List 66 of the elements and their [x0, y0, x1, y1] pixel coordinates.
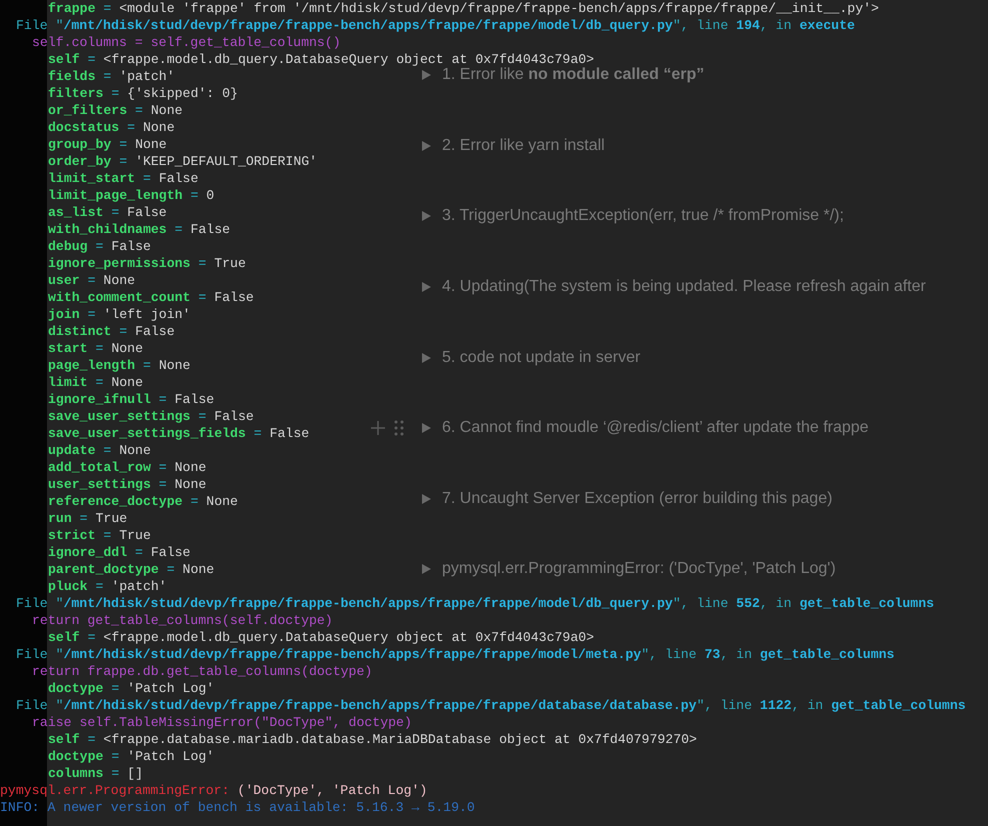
terminal-line: update = None — [48, 442, 151, 459]
terminal-line: raise self.TableMissingError("DocType", doctype) — [32, 714, 412, 731]
terminal-line: pluck = 'patch' — [48, 578, 167, 595]
terminal-line: columns = [] — [48, 765, 143, 782]
terminal-line: return get_table_columns(self.doctype) — [32, 612, 333, 629]
terminal-line: self = <frappe.model.db_query.DatabaseQuery object at 0x7fd4043c79a0> — [48, 51, 594, 67]
terminal-line: File "/mnt/hdisk/stud/devp/frappe/frappe-bench/apps/frappe/frappe/model/db_query.py", line 552, in get_table_columns — [16, 595, 934, 612]
triangle-icon[interactable] — [420, 140, 432, 152]
terminal-line: filters = {'skipped': 0} — [48, 85, 238, 102]
triangle-icon[interactable] — [420, 563, 432, 576]
terminal-line: add_total_row = None — [48, 459, 206, 476]
toggle-text: 1. Error like no module called “erp” — [442, 66, 704, 84]
toggle-text: 5. code not update in server — [442, 348, 640, 367]
terminal-line: save_user_settings = False — [48, 408, 254, 425]
terminal-line: distinct = False — [48, 323, 175, 340]
terminal-line: self.columns = self.get_table_columns() — [32, 34, 341, 51]
triangle-icon[interactable] — [420, 492, 432, 505]
terminal-line: INFO: A newer version of bench is available: 5.16.3 → 5.19.0 — [0, 799, 475, 816]
terminal-line: or_filters = None — [48, 102, 183, 119]
plus-icon[interactable] — [370, 420, 386, 436]
triangle-icon[interactable] — [420, 69, 432, 82]
terminal-line: pymysql.err.ProgrammingError: ('DocType', 'Patch Log') — [0, 782, 428, 799]
terminal-line: self = <frappe.database.mariadb.database.MariaDBDatabase object at 0x7fd407979270> — [48, 731, 697, 748]
terminal-line: user_settings = None — [48, 476, 206, 493]
terminal-line: debug = False — [48, 238, 151, 255]
drag-handle-icon[interactable] — [394, 420, 404, 436]
terminal-line: as_list = False — [48, 204, 167, 221]
terminal-line: join = 'left join' — [48, 306, 190, 323]
terminal-line: self = <frappe.model.db_query.DatabaseQuery object at 0x7fd4043c79a0> — [48, 629, 594, 646]
terminal-line: start = None — [48, 340, 143, 357]
terminal-line: limit = None — [48, 374, 143, 391]
terminal-line: File "/mnt/hdisk/stud/devp/frappe/frappe-bench/apps/frappe/frappe/model/meta.py", line 73, in get_table_columns — [16, 646, 894, 663]
terminal-line: user = None — [48, 272, 136, 289]
terminal-line: save_user_settings_fields = False — [48, 425, 310, 442]
terminal-line: with_comment_count = False — [48, 289, 254, 306]
terminal-line: return frappe.db.get_table_columns(doctype) — [32, 663, 372, 680]
terminal-line: fields = 'patch' — [48, 68, 175, 85]
terminal-line: limit_start = False — [48, 170, 198, 187]
terminal-line: strict = True — [48, 527, 151, 544]
terminal-line: order_by = 'KEEP_DEFAULT_ORDERING' — [48, 153, 318, 170]
toggle-text: 6. Cannot find moudle ‘@redis/client’ after update the frappe — [442, 419, 869, 438]
toggle-text: 4. Updating(The system is being updated. Please refresh again after — [442, 278, 926, 296]
terminal-line: ignore_permissions = True — [48, 255, 246, 272]
triangle-icon[interactable] — [420, 422, 432, 434]
terminal-line: doctype = 'Patch Log' — [48, 748, 214, 765]
terminal-line: parent_doctype = None — [48, 561, 214, 578]
terminal-line: group_by = None — [48, 136, 167, 153]
triangle-icon[interactable] — [420, 281, 432, 294]
terminal-line: docstatus = None — [48, 119, 175, 136]
terminal-line: with_childnames = False — [48, 221, 230, 238]
terminal-line: File "/mnt/hdisk/stud/devp/frappe/frappe-bench/apps/frappe/frappe/model/db_query.py", line 194, in execute — [16, 17, 855, 34]
terminal-line: File "/mnt/hdisk/stud/devp/frappe/frappe-bench/apps/frappe/frappe/database/database.py", line 1122, in get_table_columns — [16, 697, 966, 714]
terminal-line: reference_doctype = None — [48, 493, 238, 510]
toggle-text: pymysql.err.ProgrammingError: ('DocType', 'Patch Log') — [442, 560, 836, 578]
triangle-icon[interactable] — [420, 352, 432, 364]
terminal-line: ignore_ifnull = False — [48, 391, 214, 408]
terminal-line: page_length = None — [48, 357, 190, 374]
triangle-icon[interactable] — [420, 210, 432, 222]
toggle-text: 7. Uncaught Server Exception (error building this page) — [442, 490, 832, 508]
terminal-line: ignore_ddl = False — [48, 544, 190, 561]
toggle-text: 3. TriggerUncaughtException(err, true /* fromPromise */); — [442, 207, 844, 226]
terminal-line: run = True — [48, 510, 128, 527]
toggle-text: 2. Error like yarn install — [442, 136, 605, 155]
terminal-line: limit_page_length = 0 — [48, 187, 214, 204]
terminal-line: frappe = <module 'frappe' from '/mnt/hdisk/stud/devp/frappe/frappe-bench/apps/frappe/frappe/__init__.py'> — [48, 0, 879, 17]
terminal-line: doctype = 'Patch Log' — [48, 680, 214, 697]
